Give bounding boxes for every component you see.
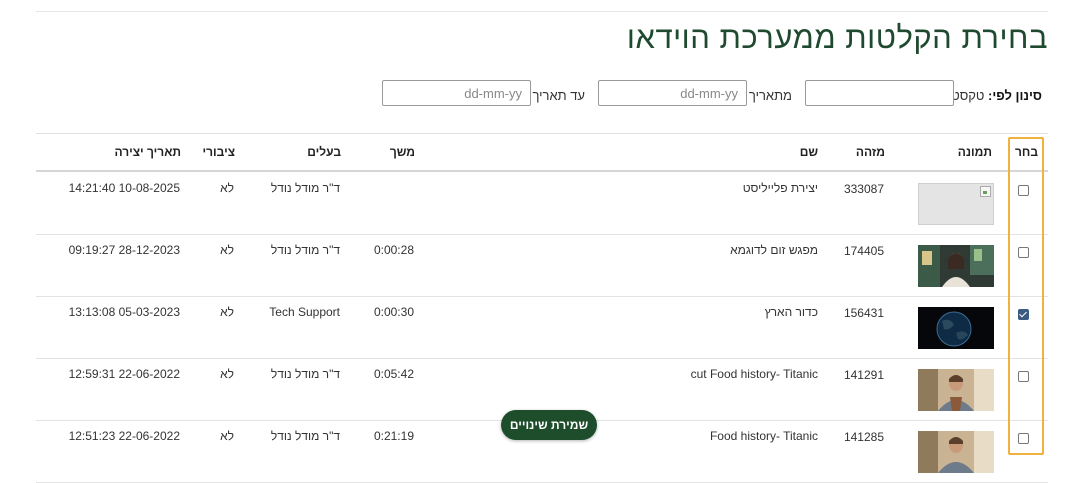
table-row[interactable]: 174405 מפגש זום לדוגמא 0:00:28 ד"ר מודל … (36, 234, 1048, 297)
row-duration: 0:00:28 (373, 243, 414, 257)
header-created: תאריך יצירה (114, 145, 181, 159)
text-filter-input[interactable] (805, 80, 954, 106)
row-created: 12:51:23 22-06-2022 (68, 429, 180, 443)
from-date-label: מתאריך (748, 88, 792, 103)
filter-text-label: טקסט (951, 88, 985, 103)
man-presenter-thumbnail[interactable] (918, 431, 994, 473)
row-id: 333087 (843, 182, 884, 196)
row-owner: ד"ר מודל נודל (270, 367, 340, 381)
earth-globe-thumbnail[interactable] (918, 307, 994, 349)
row-public: לא (220, 305, 234, 319)
row-created: 13:13:08 05-03-2023 (68, 305, 180, 319)
to-date-label: עד תאריך (532, 88, 585, 103)
header-select: בחר (1015, 145, 1038, 159)
header-thumbnail: תמונה (957, 145, 992, 159)
header-public: ציבורי (202, 145, 235, 159)
header-name: שם (799, 145, 818, 159)
row-name: מפגש זום לדוגמא (730, 243, 818, 257)
row-duration: 0:00:30 (373, 305, 414, 319)
row-owner: Tech Support (269, 305, 340, 319)
row-select-checkbox[interactable] (1018, 371, 1029, 382)
row-name: יצירת פלייליסט (742, 181, 818, 195)
row-select-checkbox[interactable] (1018, 309, 1029, 320)
row-created: 12:59:31 22-06-2022 (68, 367, 180, 381)
table-row[interactable]: 333087 יצירת פלייליסט ד"ר מודל נודל לא 1… (36, 172, 1048, 235)
table-top-border (36, 133, 1048, 134)
row-public: לא (220, 181, 234, 195)
save-changes-button[interactable]: שמירת שינויים (501, 410, 597, 440)
man-presenter-thumbnail[interactable] (918, 369, 994, 411)
row-owner: ד"ר מודל נודל (270, 243, 340, 257)
row-id: 156431 (843, 306, 884, 320)
row-select-checkbox[interactable] (1018, 185, 1029, 196)
row-duration: 0:21:19 (373, 429, 414, 443)
filter-label: סינון לפי: טקסט (951, 88, 1042, 103)
top-divider (36, 11, 1048, 12)
woman-in-room-thumbnail[interactable] (918, 245, 994, 287)
row-name: Food history- Titanic (709, 429, 818, 443)
row-public: לא (220, 367, 234, 381)
row-id: 141285 (843, 430, 884, 444)
row-select-checkbox[interactable] (1018, 433, 1029, 444)
filter-by-label: סינון לפי: (988, 88, 1042, 103)
header-duration: משך (389, 145, 415, 159)
row-public: לא (220, 429, 234, 443)
row-id: 141291 (843, 368, 884, 382)
row-name: cut Food history- Titanic (690, 367, 818, 381)
row-select-checkbox[interactable] (1018, 247, 1029, 258)
row-id: 174405 (843, 244, 884, 258)
header-owner: בעלים (307, 145, 341, 159)
row-name: כדור הארץ (764, 305, 818, 319)
row-owner: ד"ר מודל נודל (270, 429, 340, 443)
row-created: 14:21:40 10-08-2025 (68, 181, 180, 195)
to-date-input[interactable] (382, 80, 531, 106)
broken-image-icon[interactable] (918, 183, 994, 225)
page-title: בחירת הקלטות ממערכת הוידאו (626, 20, 1048, 55)
from-date-input[interactable] (598, 80, 747, 106)
row-public: לא (220, 243, 234, 257)
row-owner: ד"ר מודל נודל (270, 181, 340, 195)
header-id: מזהה (855, 145, 885, 159)
table-row[interactable]: 156431 כדור הארץ 0:00:30 Tech Support לא… (36, 296, 1048, 359)
row-duration: 0:05:42 (373, 367, 414, 381)
row-created: 09:19:27 28-12-2023 (68, 243, 180, 257)
